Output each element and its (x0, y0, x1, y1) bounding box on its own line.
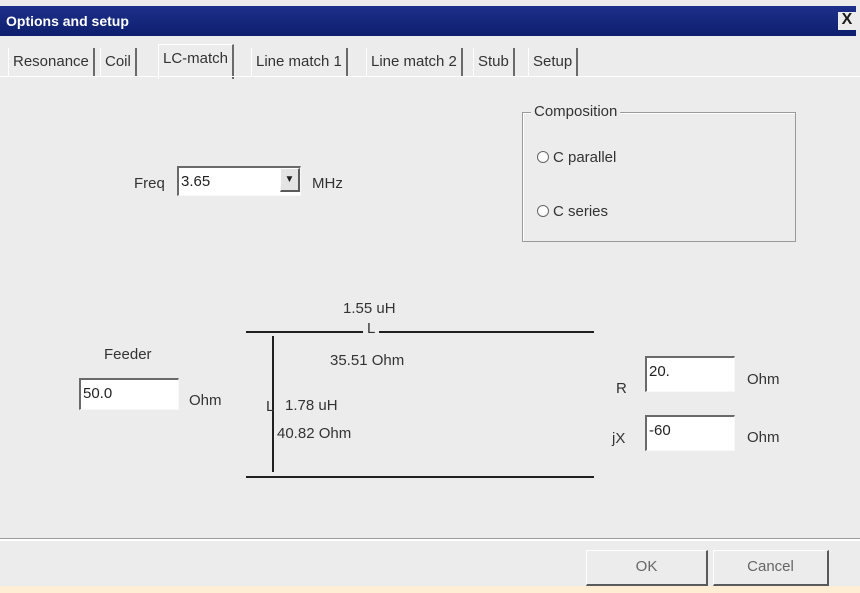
feeder-label: Feeder (104, 346, 152, 363)
x-input[interactable]: -60 (645, 415, 735, 451)
r-value: 20. (649, 363, 670, 380)
radio-c-series-label: C series (553, 203, 609, 220)
feeder-value: 50.0 (83, 385, 113, 402)
feeder-input[interactable]: 50.0 (79, 378, 179, 410)
radio-c-parallel[interactable]: C parallel (537, 149, 616, 166)
r-label: R (616, 380, 627, 397)
r-unit: Ohm (747, 371, 780, 388)
series-element-label: L (363, 320, 380, 337)
r-input[interactable]: 20. (645, 356, 735, 392)
ok-button[interactable]: OK (586, 550, 708, 586)
button-bar-divider (0, 538, 860, 541)
radio-circle-icon (537, 151, 549, 163)
tab-line-match-1[interactable]: Line match 1 (251, 48, 348, 76)
x-value: -60 (649, 422, 671, 439)
radio-circle-icon (537, 205, 549, 217)
composition-group: Composition C parallel C series (522, 103, 796, 242)
window-title: Options and setup (6, 13, 129, 29)
tab-stub[interactable]: Stub (473, 48, 515, 76)
radio-c-parallel-label: C parallel (553, 149, 617, 166)
freq-label: Freq (134, 175, 165, 192)
shunt-reactance: 40.82 Ohm (277, 425, 352, 442)
close-button[interactable]: X (838, 12, 856, 30)
series-reactance: 35.51 Ohm (330, 352, 405, 369)
tab-strip: Resonance Coil LC-match Line match 1 Lin… (8, 44, 848, 79)
feeder-unit: Ohm (189, 392, 222, 409)
freq-value: 3.65 (181, 173, 211, 190)
series-inductance: 1.55 uH (343, 300, 396, 317)
chevron-down-icon: ▼ (284, 174, 295, 185)
bottom-wire (246, 476, 594, 478)
cancel-button[interactable]: Cancel (713, 550, 829, 586)
x-label: jX (612, 430, 626, 447)
tab-setup[interactable]: Setup (528, 48, 579, 76)
title-bar: Options and setup X (0, 6, 856, 36)
tab-resonance[interactable]: Resonance (8, 48, 95, 76)
tab-coil[interactable]: Coil (100, 48, 137, 76)
shunt-element-label: L (266, 398, 275, 415)
tab-line-match-2[interactable]: Line match 2 (366, 48, 463, 76)
radio-c-series[interactable]: C series (537, 203, 608, 220)
x-unit: Ohm (747, 429, 780, 446)
tab-divider (0, 76, 860, 77)
shunt-inductance: 1.78 uH (285, 397, 338, 414)
top-wire (246, 331, 594, 333)
composition-title: Composition (531, 103, 621, 120)
options-dialog: Options and setup X Resonance Coil LC-ma… (0, 0, 860, 586)
tab-lc-match[interactable]: LC-match (158, 44, 235, 79)
freq-unit: MHz (312, 175, 343, 192)
freq-dropdown-button[interactable]: ▼ (280, 168, 300, 192)
